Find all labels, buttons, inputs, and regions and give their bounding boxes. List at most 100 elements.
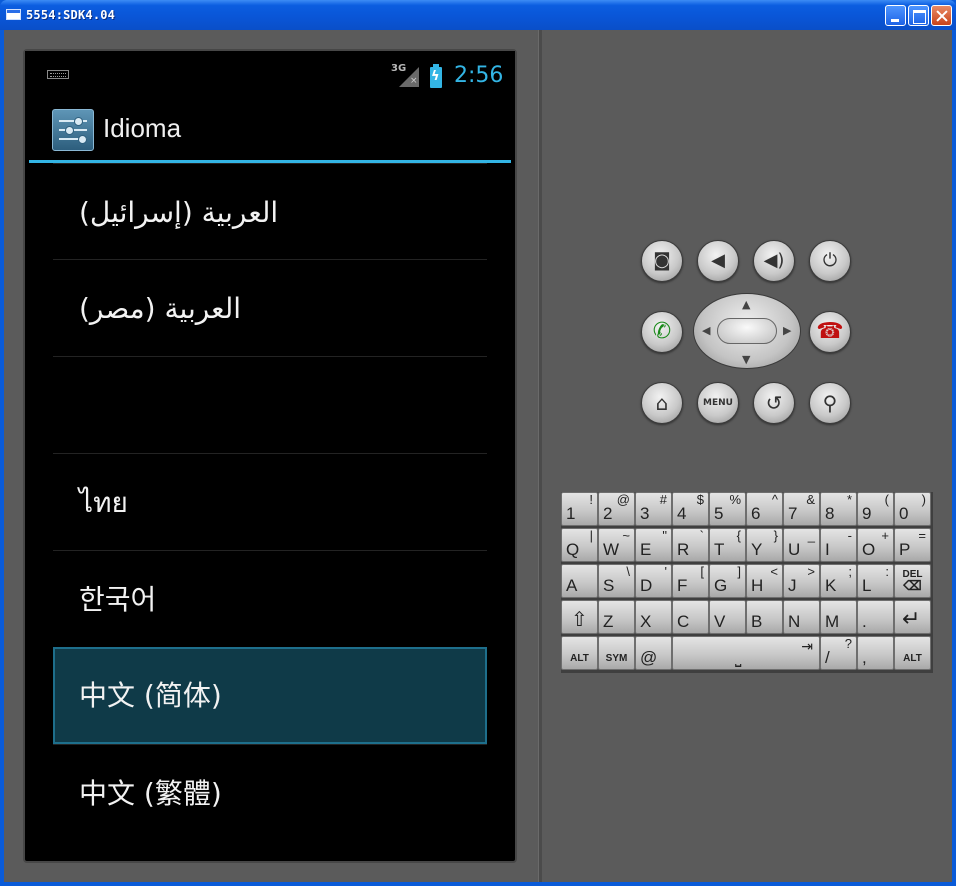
language-label: 中文 (简体) <box>79 679 222 712</box>
space-icon: ⎵ <box>735 650 742 667</box>
key-e[interactable]: E " <box>635 528 672 562</box>
key-z[interactable]: Z <box>598 600 635 634</box>
dpad-up-arrow[interactable]: ▲ <box>742 298 750 311</box>
key-f[interactable]: F[ <box>672 564 709 598</box>
dpad-left-arrow[interactable]: ◀ <box>702 324 710 337</box>
end-call-icon: ☎ <box>816 319 844 344</box>
key-del[interactable]: DEL ⌫ <box>894 564 931 598</box>
key-v[interactable]: V <box>709 600 746 634</box>
key-u[interactable]: U _ <box>783 528 820 562</box>
key-5[interactable]: 5% <box>709 492 746 526</box>
key-a[interactable]: A <box>561 564 598 598</box>
key-2[interactable]: 2 @ <box>598 492 635 526</box>
language-label: ไทย <box>79 486 128 519</box>
home-icon: ⌂ <box>655 391 669 415</box>
home-button[interactable]: ⌂ <box>641 382 683 424</box>
minimize-button[interactable] <box>885 5 906 26</box>
language-item-selected[interactable]: 中文 (简体) <box>53 647 487 744</box>
key-alt-left[interactable]: ALT <box>561 636 598 670</box>
key-w[interactable]: W ~ <box>598 528 635 562</box>
device-screen[interactable]: 3G × 2:56 Idioma العربية (إسرائيل) العرب… <box>23 49 517 863</box>
key-d[interactable]: D ' <box>635 564 672 598</box>
key-q[interactable]: Q | <box>561 528 598 562</box>
key-x[interactable]: X <box>635 600 672 634</box>
key-7[interactable]: 7 & <box>783 492 820 526</box>
key-4[interactable]: 4 $ <box>672 492 709 526</box>
volume-up-icon: ◀) <box>763 250 785 271</box>
menu-button[interactable]: MENU <box>697 382 739 424</box>
key-space[interactable]: ⇥ ⎵ <box>672 636 820 670</box>
call-button[interactable]: ✆ <box>641 311 683 353</box>
network-type: 3G <box>391 63 407 74</box>
dpad-right-arrow[interactable]: ▶ <box>783 324 791 337</box>
tab-icon: ⇥ <box>801 638 813 654</box>
key-9[interactable]: 9( <box>857 492 894 526</box>
volume-down-button[interactable]: ◀ <box>697 240 739 282</box>
key-p[interactable]: P = <box>894 528 931 562</box>
language-label: 中文 (繁體) <box>79 777 222 810</box>
keyboard-notification-icon <box>47 70 69 79</box>
settings-app-icon[interactable] <box>52 109 94 151</box>
power-button[interactable]: ⏻ <box>809 240 851 282</box>
key-s[interactable]: S \ <box>598 564 635 598</box>
window-app-icon <box>6 9 21 20</box>
key-i[interactable]: I- <box>820 528 857 562</box>
window-title: 5554:SDK4.04 <box>26 8 116 22</box>
search-button[interactable]: ⚲ <box>809 382 851 424</box>
dpad-down-arrow[interactable]: ▼ <box>742 353 750 366</box>
key-y[interactable]: Y} <box>746 528 783 562</box>
key-g[interactable]: G] <box>709 564 746 598</box>
end-call-button[interactable]: ☎ <box>809 311 851 353</box>
key-alt-right[interactable]: ALT <box>894 636 931 670</box>
camera-button[interactable]: ◙ <box>641 240 683 282</box>
key-8[interactable]: 8 * <box>820 492 857 526</box>
language-label: العربية (مصر) <box>79 292 241 325</box>
key-t[interactable]: T{ <box>709 528 746 562</box>
key-h[interactable]: H < <box>746 564 783 598</box>
maximize-button[interactable] <box>908 5 929 26</box>
key-sym[interactable]: SYM <box>598 636 635 670</box>
key-comma[interactable]: , <box>857 636 894 670</box>
volume-up-button[interactable]: ◀) <box>753 240 795 282</box>
key-at[interactable]: @ <box>635 636 672 670</box>
language-item[interactable] <box>53 356 487 453</box>
key-l[interactable]: L: <box>857 564 894 598</box>
language-item[interactable]: ไทย <box>53 453 487 550</box>
key-b[interactable]: B <box>746 600 783 634</box>
key-n[interactable]: N <box>783 600 820 634</box>
dpad-center-button[interactable] <box>717 318 777 344</box>
language-item[interactable]: 中文 (繁體) <box>53 744 487 841</box>
key-3[interactable]: 3 # <box>635 492 672 526</box>
key-m[interactable]: M <box>820 600 857 634</box>
title-bar[interactable]: 5554:SDK4.04 <box>0 0 956 30</box>
key-period[interactable]: . <box>857 600 894 634</box>
emulator-window: 5554:SDK4.04 3G × 2:56 Idioma <box>0 0 956 886</box>
key-j[interactable]: J > <box>783 564 820 598</box>
language-item[interactable]: 한국어 <box>53 550 487 647</box>
battery-charging-icon <box>430 64 442 88</box>
language-list: العربية (إسرائيل) العربية (مصر) ไทย 한국어 … <box>53 163 487 841</box>
shift-icon: ⇧ <box>571 609 588 631</box>
back-button[interactable]: ↺ <box>753 382 795 424</box>
close-button[interactable] <box>931 5 952 26</box>
key-1[interactable]: 1! <box>561 492 598 526</box>
language-item[interactable]: العربية (مصر) <box>53 259 487 356</box>
key-0[interactable]: 0) <box>894 492 931 526</box>
no-data-icon: × <box>410 76 418 86</box>
back-icon: ↺ <box>765 391 783 415</box>
key-r[interactable]: R ` <box>672 528 709 562</box>
key-shift[interactable]: ⇧ <box>561 600 598 634</box>
enter-icon: ↵ <box>902 606 921 631</box>
key-o[interactable]: O + <box>857 528 894 562</box>
key-slash[interactable]: /? <box>820 636 857 670</box>
key-enter[interactable]: ↵ <box>894 600 931 634</box>
dpad[interactable]: ▲ ▼ ◀ ▶ <box>693 293 801 369</box>
language-item[interactable]: العربية (إسرائيل) <box>53 163 487 259</box>
key-k[interactable]: K; <box>820 564 857 598</box>
backspace-icon: ⌫ <box>903 578 922 593</box>
key-c[interactable]: C <box>672 600 709 634</box>
action-bar: Idioma <box>25 95 515 163</box>
key-6[interactable]: 6 ^ <box>746 492 783 526</box>
panel-divider <box>538 30 542 882</box>
power-icon: ⏻ <box>822 250 838 271</box>
